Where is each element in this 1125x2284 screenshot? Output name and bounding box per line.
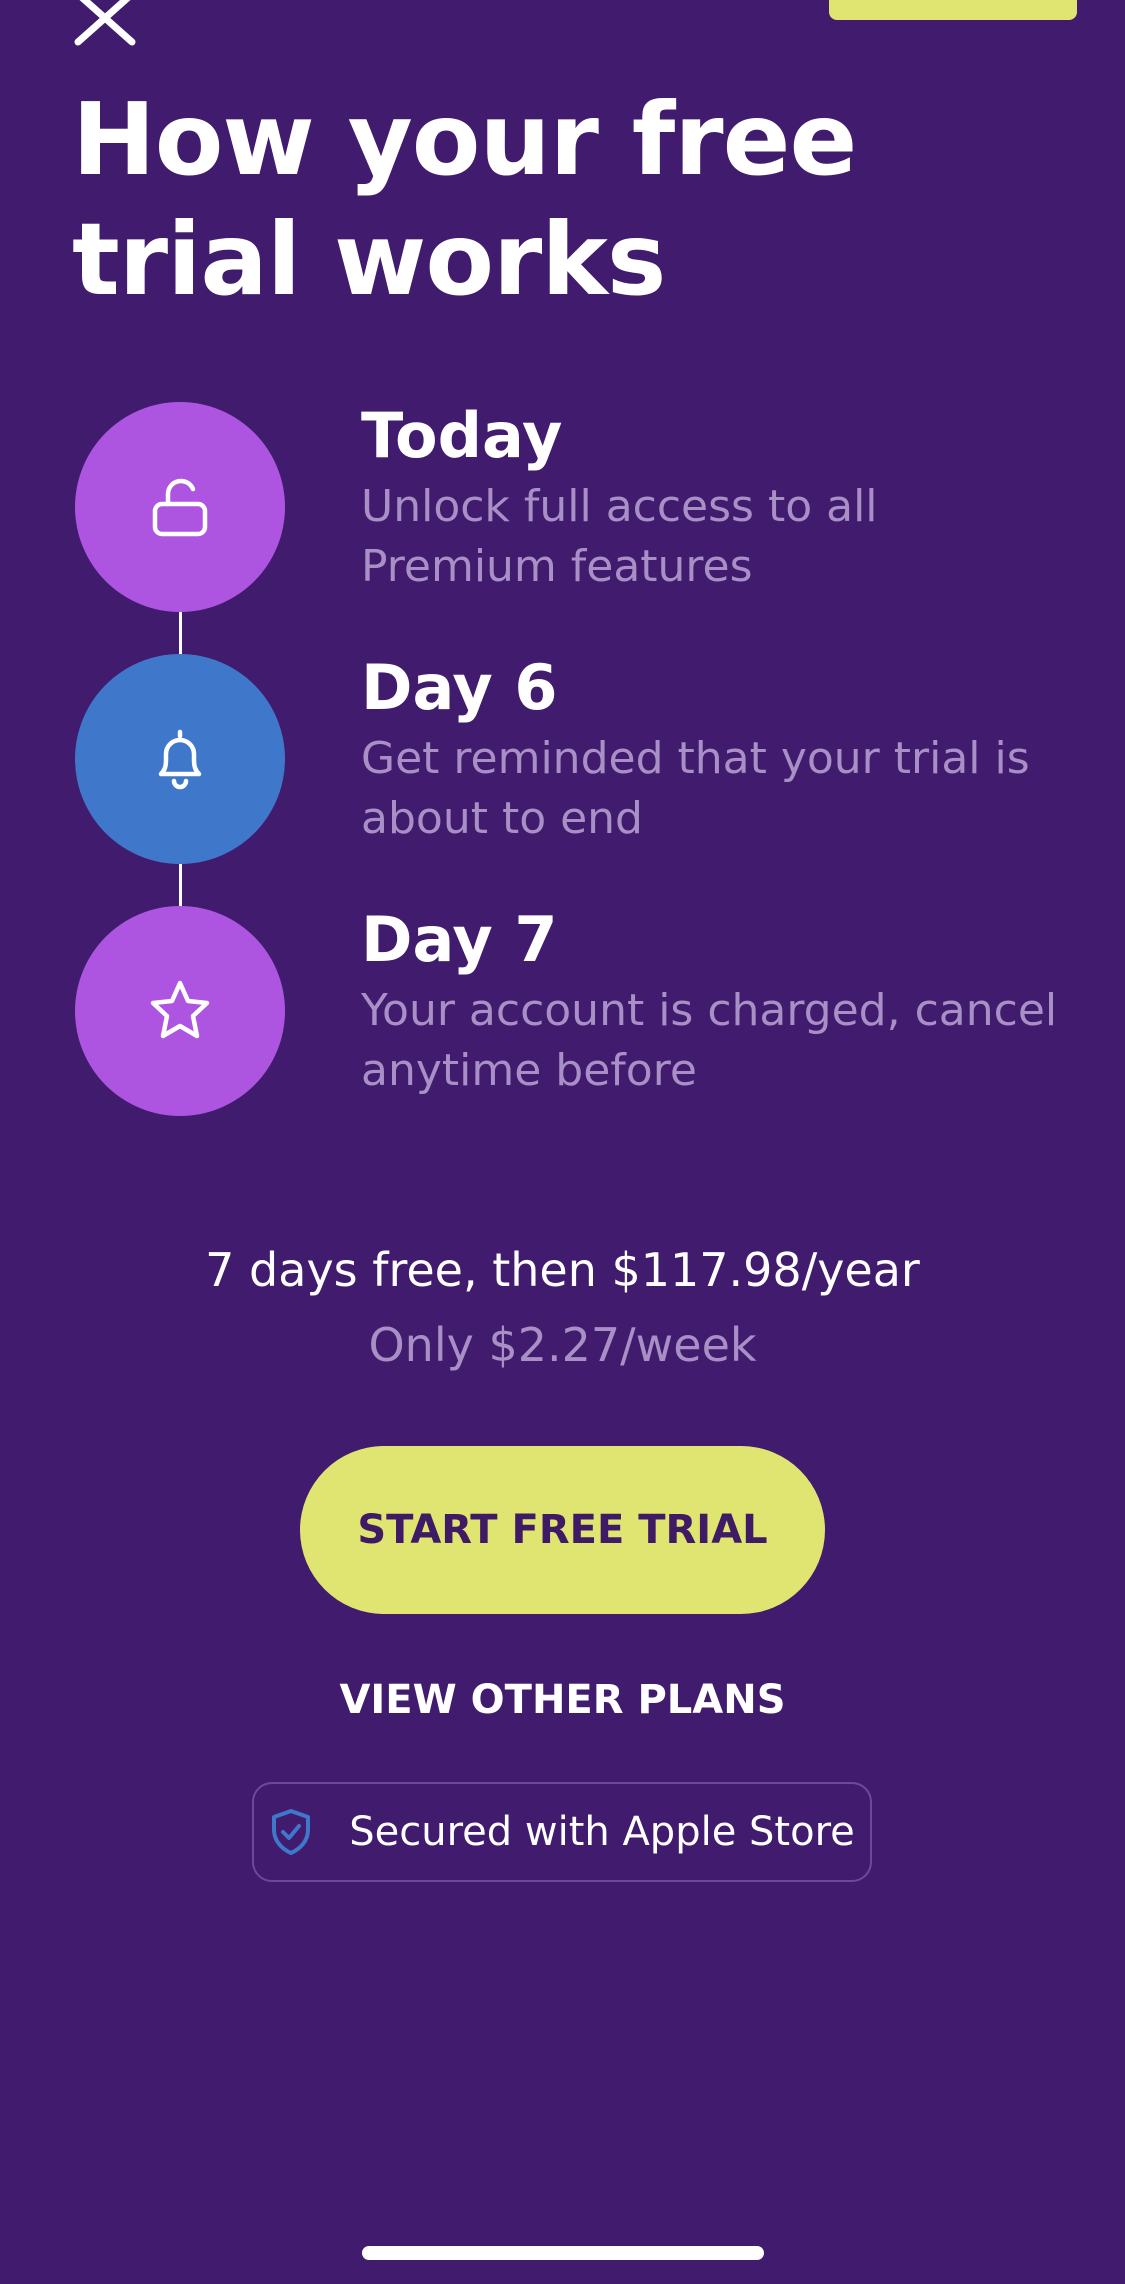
home-indicator[interactable] (362, 2246, 764, 2260)
unlock-icon (152, 478, 208, 537)
step-description: Get reminded that your trial is about to… (361, 733, 1030, 844)
page-title: How your free trial works (72, 81, 857, 318)
step-title: Day 7 (361, 903, 558, 976)
shield-check-icon (272, 1809, 311, 1855)
price-weekly: Only $2.27/week (368, 1318, 757, 1372)
price-summary: 7 days free, then $117.98/year (205, 1243, 920, 1297)
step-icon-circle (75, 654, 285, 864)
secure-label: Secured with Apple Store (349, 1809, 855, 1855)
step-title: Day 6 (361, 651, 558, 724)
step-description: Unlock full access to all Premium featur… (361, 481, 878, 592)
secure-badge: Secured with Apple Store (252, 1782, 872, 1882)
timeline-connector (179, 864, 182, 908)
close-button[interactable] (74, 0, 138, 50)
step-description: Your account is charged, cancel anytime … (361, 985, 1058, 1096)
step-title: Today (361, 399, 563, 472)
top-action-button[interactable] (829, 0, 1077, 20)
step-icon-circle (75, 906, 285, 1116)
step-icon-circle (75, 402, 285, 612)
view-other-plans-link[interactable]: VIEW OTHER PLANS (0, 1670, 1125, 1730)
timeline-connector (179, 612, 182, 656)
bell-icon (158, 729, 202, 790)
start-free-trial-button[interactable]: START FREE TRIAL (300, 1446, 825, 1614)
star-icon (150, 980, 210, 1039)
close-icon (74, 0, 136, 46)
